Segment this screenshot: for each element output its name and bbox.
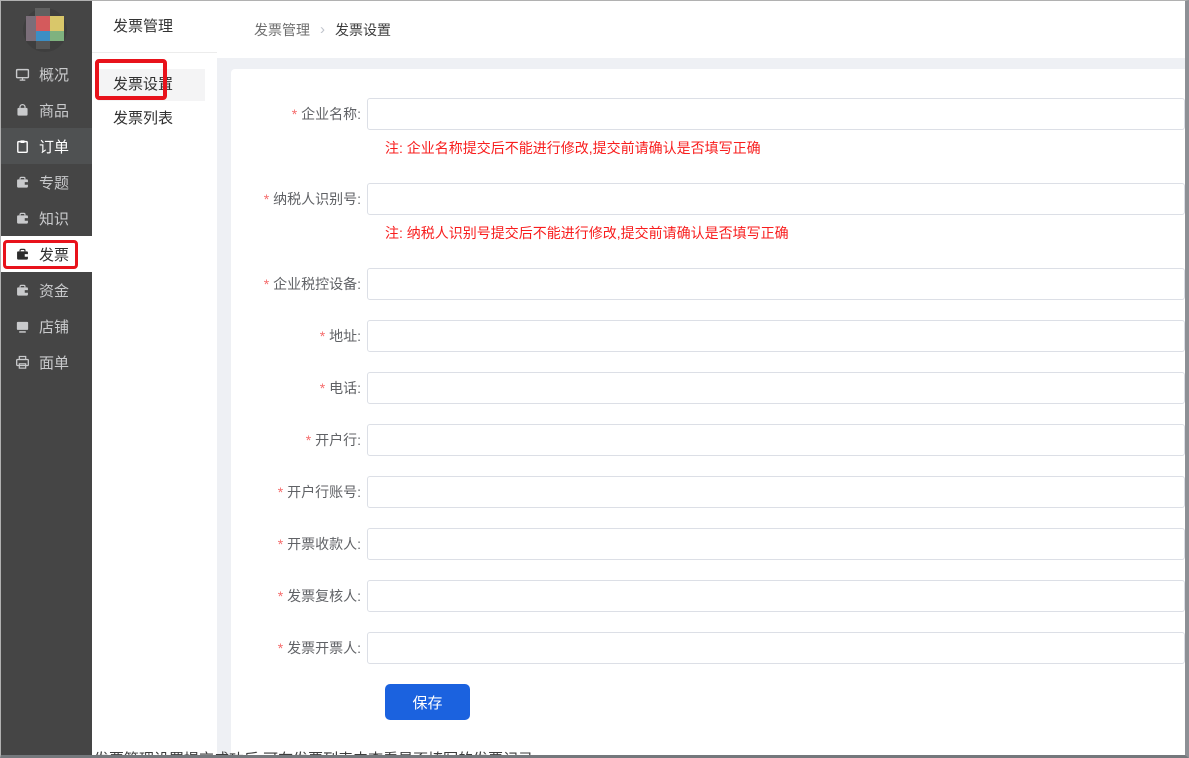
submenu-item-invoice-settings[interactable]: 发票设置 <box>98 69 205 101</box>
sidebar-nav: 概况商品订单专题知识发票资金店铺面单 <box>1 56 92 380</box>
sidebar-item-products[interactable]: 商品 <box>1 92 92 128</box>
invoice-settings-form: * 企业名称: 注: 企业名称提交后不能进行修改,提交前请确认是否填写正确 * 纳税… <box>231 98 1185 664</box>
form-row-drawer: * 发票开票人: <box>231 632 1185 664</box>
breadcrumb-parent[interactable]: 发票管理 <box>254 20 310 40</box>
sidebar-item-label: 发票 <box>39 244 69 265</box>
breadcrumb: 发票管理 › 发票设置 <box>217 1 1185 58</box>
field-label-taxpayer-id: * 纳税人识别号: <box>231 189 361 209</box>
main-area: 发票管理 › 发票设置 * 企业名称: 注: 企业名称提交后不能进行修改,提交前请… <box>217 1 1185 755</box>
sidebar-item-waybill[interactable]: 面单 <box>1 344 92 380</box>
submenu-title: 发票管理 <box>92 1 217 53</box>
field-label-company-name: * 企业名称: <box>231 104 361 124</box>
field-note-taxpayer-id: 注: 纳税人识别号提交后不能进行修改,提交前请确认是否填写正确 <box>385 223 1185 243</box>
app-logo <box>1 1 92 56</box>
sidebar-item-orders[interactable]: 订单 <box>1 128 92 164</box>
form-actions: 保存 <box>385 684 1185 720</box>
field-note-company-name: 注: 企业名称提交后不能进行修改,提交前请确认是否填写正确 <box>385 138 1185 158</box>
input-company-name[interactable] <box>367 98 1185 130</box>
form-row-address: * 地址: <box>231 320 1185 352</box>
field-label-payee: * 开票收款人: <box>231 534 361 554</box>
input-drawer[interactable] <box>367 632 1185 664</box>
sidebar-item-label: 店铺 <box>39 316 69 337</box>
breadcrumb-current: 发票设置 <box>335 20 391 40</box>
logo-tile <box>36 16 50 31</box>
monitor-icon <box>15 67 30 82</box>
field-label-tax-control-device: * 企业税控设备: <box>231 274 361 294</box>
sidebar-item-label: 订单 <box>39 136 69 157</box>
form-row-phone: * 电话: <box>231 372 1185 404</box>
submenu-items: 发票设置发票列表 <box>92 69 217 135</box>
sidebar-item-label: 概况 <box>39 64 69 85</box>
logo-tile <box>35 8 50 16</box>
input-phone[interactable] <box>367 372 1185 404</box>
sidebar-item-shop[interactable]: 店铺 <box>1 308 92 344</box>
sidebar-item-invoice[interactable]: 发票 <box>1 236 92 272</box>
wallet-icon <box>15 211 30 226</box>
field-label-bank: * 开户行: <box>231 430 361 450</box>
input-taxpayer-id[interactable] <box>367 183 1185 215</box>
logo-tile <box>26 16 36 41</box>
input-reviewer[interactable] <box>367 580 1185 612</box>
form-row-payee: * 开票收款人: <box>231 528 1185 560</box>
field-label-phone: * 电话: <box>231 378 361 398</box>
invoice-settings-card: * 企业名称: 注: 企业名称提交后不能进行修改,提交前请确认是否填写正确 * 纳税… <box>231 69 1185 755</box>
breadcrumb-separator-icon: › <box>320 21 325 38</box>
logo-tile <box>36 31 50 41</box>
form-row-company-name: * 企业名称: <box>231 98 1185 130</box>
field-label-address: * 地址: <box>231 326 361 346</box>
required-marker: * <box>320 380 329 396</box>
shop-icon <box>15 319 30 334</box>
form-row-reviewer: * 发票复核人: <box>231 580 1185 612</box>
submenu-panel: 发票管理 发票设置发票列表 <box>92 1 217 755</box>
sidebar-item-topics[interactable]: 专题 <box>1 164 92 200</box>
sidebar-item-label: 商品 <box>39 100 69 121</box>
sidebar-item-label: 资金 <box>39 280 69 301</box>
required-marker: * <box>278 484 287 500</box>
input-tax-control-device[interactable] <box>367 268 1185 300</box>
logo-tile <box>50 16 64 31</box>
submenu-item-invoice-list[interactable]: 发票列表 <box>98 103 205 135</box>
save-button[interactable]: 保存 <box>385 684 470 720</box>
printer-icon <box>15 355 30 370</box>
wallet-icon <box>15 283 30 298</box>
clipped-bottom-text: 发票管理设置提交成功后,可在发票列表中查看是否填写的发票记录 + <box>94 748 546 758</box>
form-row-taxpayer-id: * 纳税人识别号: <box>231 183 1185 215</box>
clipboard-icon <box>15 139 30 154</box>
required-marker: * <box>278 588 287 604</box>
form-row-tax-control-device: * 企业税控设备: <box>231 268 1185 300</box>
input-payee[interactable] <box>367 528 1185 560</box>
bag-icon <box>15 103 30 118</box>
sidebar-item-knowledge[interactable]: 知识 <box>1 200 92 236</box>
sidebar: 概况商品订单专题知识发票资金店铺面单 <box>1 1 92 755</box>
required-marker: * <box>320 328 329 344</box>
input-address[interactable] <box>367 320 1185 352</box>
required-marker: * <box>292 106 301 122</box>
input-bank[interactable] <box>367 424 1185 456</box>
field-label-reviewer: * 发票复核人: <box>231 586 361 606</box>
wallet-icon <box>15 175 30 190</box>
logo-tile <box>36 41 50 49</box>
sidebar-item-funds[interactable]: 资金 <box>1 272 92 308</box>
required-marker: * <box>264 191 273 207</box>
sidebar-item-label: 知识 <box>39 208 69 229</box>
field-label-drawer: * 发票开票人: <box>231 638 361 658</box>
wallet-icon <box>15 247 30 262</box>
sidebar-item-label: 专题 <box>39 172 69 193</box>
field-label-bank-account: * 开户行账号: <box>231 482 361 502</box>
app-window: 概况商品订单专题知识发票资金店铺面单 发票管理 发票设置发票列表 发票管理 › … <box>0 0 1189 758</box>
logo-tile <box>50 31 64 41</box>
required-marker: * <box>264 276 273 292</box>
form-row-bank: * 开户行: <box>231 424 1185 456</box>
input-bank-account[interactable] <box>367 476 1185 508</box>
sidebar-item-overview[interactable]: 概况 <box>1 56 92 92</box>
required-marker: * <box>306 432 315 448</box>
required-marker: * <box>278 536 287 552</box>
form-row-bank-account: * 开户行账号: <box>231 476 1185 508</box>
required-marker: * <box>278 640 287 656</box>
sidebar-item-label: 面单 <box>39 352 69 373</box>
